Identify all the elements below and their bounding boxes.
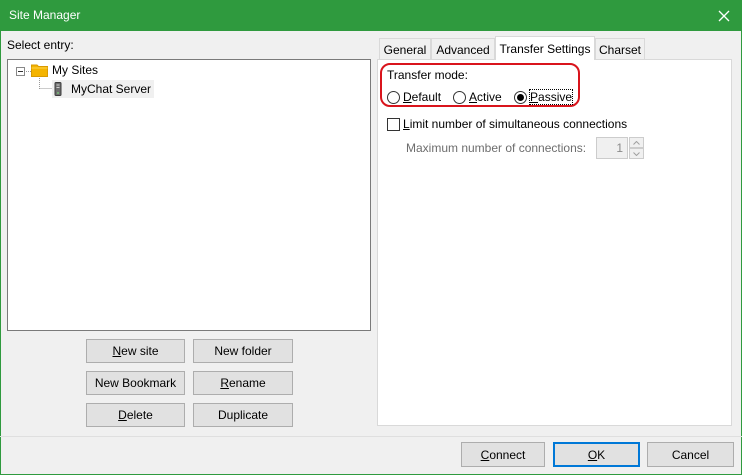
rename-button[interactable]: Rename (193, 371, 293, 395)
radio-passive[interactable]: Passive (514, 89, 574, 105)
collapse-icon (18, 71, 23, 72)
max-connections-input[interactable]: 1 (596, 137, 628, 159)
new-site-button[interactable]: New site (86, 339, 185, 363)
transfer-mode-label: Transfer mode: (387, 68, 468, 82)
radio-active[interactable]: Active (453, 90, 502, 104)
close-button[interactable] (706, 0, 742, 31)
delete-button[interactable]: Delete (86, 403, 185, 427)
footer-separator (0, 436, 742, 437)
folder-icon (31, 64, 48, 77)
tab-transfer-settings[interactable]: Transfer Settings (495, 36, 595, 60)
tree-item-label: My Sites (52, 63, 99, 77)
ok-button[interactable]: OK (553, 442, 640, 467)
spin-up-button[interactable] (629, 137, 644, 148)
cancel-button[interactable]: Cancel (647, 442, 734, 467)
radio-default-circle[interactable] (387, 90, 400, 104)
tree-expander[interactable] (16, 67, 25, 76)
limit-connections-box[interactable] (387, 117, 400, 131)
tree-connector-child (39, 78, 52, 89)
window-title: Site Manager (9, 8, 81, 22)
duplicate-button[interactable]: Duplicate (193, 403, 293, 427)
tree-item-label: MyChat Server (71, 82, 152, 96)
tree-item-mychat-server[interactable]: MyChat Server (52, 80, 155, 98)
radio-active-circle[interactable] (453, 90, 466, 104)
tab-general[interactable]: General (379, 38, 431, 60)
close-icon (718, 10, 730, 21)
connect-button[interactable]: Connect (461, 442, 545, 467)
server-icon (54, 81, 62, 96)
transfer-settings-panel (377, 59, 732, 426)
arrow-down-icon (633, 151, 640, 156)
new-folder-button[interactable]: New folder (193, 339, 293, 363)
radio-selected-dot (517, 93, 524, 101)
select-entry-label: Select entry: (7, 38, 74, 52)
radio-passive-circle[interactable] (514, 90, 527, 104)
new-bookmark-button[interactable]: New Bookmark (86, 371, 185, 395)
spin-down-button[interactable] (629, 148, 644, 159)
radio-default[interactable]: Default (387, 90, 441, 104)
tab-advanced[interactable]: Advanced (431, 38, 495, 60)
limit-connections-checkbox[interactable]: Limit number of simultaneous connections (387, 117, 627, 131)
arrow-up-icon (633, 140, 640, 145)
tree-item-my-sites[interactable]: My Sites (31, 63, 98, 77)
title-bar (0, 0, 742, 31)
max-connections-label: Maximum number of connections: (406, 141, 587, 155)
tab-charset[interactable]: Charset (595, 38, 645, 60)
site-tree[interactable]: My Sites MyChat Server (7, 59, 371, 331)
